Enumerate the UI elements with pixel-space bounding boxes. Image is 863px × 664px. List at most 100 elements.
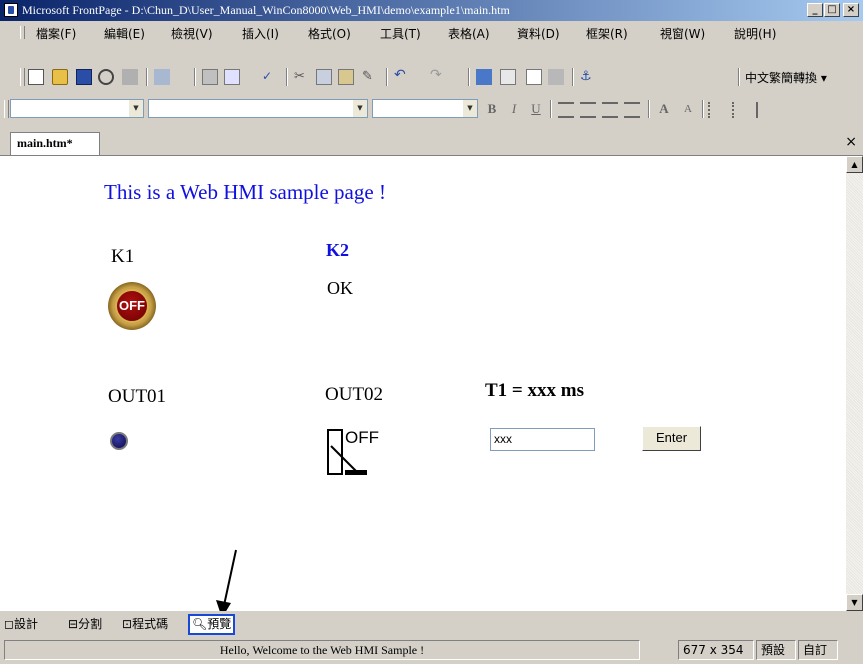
- bulleted-list-icon[interactable]: [732, 102, 748, 118]
- undo-icon[interactable]: ↶: [394, 67, 410, 83]
- style-dropdown[interactable]: ▼: [10, 99, 144, 118]
- status-message-text: Hello, Welcome to the Web HMI Sample !: [219, 643, 425, 657]
- document-tab-strip: main.htm* ×: [0, 130, 863, 156]
- publish-icon[interactable]: [122, 69, 138, 85]
- new-page-icon[interactable]: [28, 69, 44, 85]
- tab-design[interactable]: ◻設計: [4, 615, 38, 633]
- menu-bar: 檔案(F) 編輯(E) 檢視(V) 插入(I) 格式(O) 工具(T) 表格(A…: [0, 21, 863, 43]
- menu-insert[interactable]: 插入(I): [242, 25, 279, 42]
- tab-code[interactable]: ⊡程式碼: [122, 615, 168, 633]
- toolbar-separator: [702, 100, 704, 118]
- menu-tools[interactable]: 工具(T): [380, 25, 421, 42]
- menu-file[interactable]: 檔案(F): [36, 25, 76, 42]
- off-button-label: OFF: [115, 289, 149, 323]
- format-painter-icon[interactable]: ✎: [362, 69, 378, 85]
- tab-split[interactable]: ⊟分割: [68, 615, 102, 633]
- toolbar-separator: [146, 68, 148, 86]
- toolbar-separator: [572, 68, 574, 86]
- open-folder-icon[interactable]: [52, 69, 68, 85]
- menu-format[interactable]: 格式(O): [308, 25, 351, 42]
- k1-off-button[interactable]: OFF: [108, 282, 156, 330]
- decrease-indent-icon[interactable]: [756, 102, 772, 118]
- spelling-icon[interactable]: ✓: [262, 69, 278, 85]
- t1-value: xxx ms: [527, 380, 584, 401]
- toolbar-separator: [550, 100, 552, 118]
- minimize-button[interactable]: _: [807, 3, 823, 17]
- tab-design-label: 設計: [13, 617, 38, 631]
- window-title: Microsoft FrontPage - D:\Chun_D\User_Man…: [22, 3, 510, 17]
- status-page-size: 677 x 354: [678, 640, 754, 660]
- editor-canvas[interactable]: [0, 156, 846, 611]
- t1-input-field[interactable]: xxx: [490, 428, 595, 451]
- close-document-icon[interactable]: ×: [845, 134, 857, 150]
- enter-button[interactable]: Enter: [642, 426, 701, 451]
- shrink-font-button[interactable]: A: [678, 100, 698, 118]
- align-right-icon[interactable]: [602, 102, 618, 118]
- maximize-button[interactable]: □: [824, 3, 840, 17]
- status-message: Hello, Welcome to the Web HMI Sample !: [4, 640, 640, 660]
- t1-prefix: T1 =: [485, 380, 528, 401]
- tab-preview-label: 預覽: [207, 617, 232, 631]
- toolbar-separator: [194, 68, 196, 86]
- toolbar-separator: [286, 68, 288, 86]
- insert-image-icon[interactable]: [548, 69, 564, 85]
- tab-main-htm[interactable]: main.htm*: [10, 132, 100, 155]
- status-mode[interactable]: 預設: [756, 640, 796, 660]
- insert-table-icon[interactable]: [500, 69, 516, 85]
- font-dropdown[interactable]: ▼: [148, 99, 368, 118]
- out01-label: OUT01: [108, 386, 167, 407]
- toolbar-separator: [386, 68, 388, 86]
- insert-picture-icon[interactable]: [526, 69, 542, 85]
- find-icon[interactable]: [98, 69, 114, 85]
- numbered-list-icon[interactable]: [708, 102, 724, 118]
- save-icon[interactable]: [76, 69, 92, 85]
- standard-toolbar: ✓ ✂ ✎ ↶ ↷ ⚓ 中文繁簡轉換 ▾: [0, 64, 863, 90]
- menu-view[interactable]: 檢視(V): [171, 25, 213, 42]
- close-button[interactable]: ×: [843, 3, 859, 17]
- status-custom[interactable]: 自訂: [798, 640, 838, 660]
- print-icon[interactable]: [202, 69, 218, 85]
- formatting-toolbar: ▼ ▼ ▼ B I U A A: [0, 96, 863, 122]
- align-center-icon[interactable]: [580, 102, 596, 118]
- grow-font-button[interactable]: A: [654, 100, 674, 118]
- font-size-dropdown[interactable]: ▼: [372, 99, 478, 118]
- menu-grip[interactable]: [20, 26, 25, 39]
- redo-icon[interactable]: ↷: [430, 67, 446, 83]
- hyperlink-icon[interactable]: ⚓: [580, 69, 596, 85]
- scroll-up-icon[interactable]: ▲: [846, 156, 863, 173]
- toolbar-grip[interactable]: [4, 100, 9, 118]
- underline-button[interactable]: U: [526, 100, 546, 118]
- toolbar-grip[interactable]: [20, 68, 25, 86]
- preview-icon[interactable]: [224, 69, 240, 85]
- frontpage-app-icon[interactable]: [4, 3, 18, 17]
- out02-label: OUT02: [325, 384, 384, 405]
- cut-icon[interactable]: ✂: [294, 69, 310, 85]
- bold-button[interactable]: B: [482, 100, 502, 118]
- justify-icon[interactable]: [624, 102, 640, 118]
- toolbar-separator: [468, 68, 470, 86]
- tab-split-label: 分割: [78, 617, 103, 631]
- out01-led-indicator: [110, 432, 128, 450]
- web-component-icon[interactable]: [154, 69, 170, 85]
- insert-layer-icon[interactable]: [476, 69, 492, 85]
- tab-preview[interactable]: 🔍︎預覽: [188, 614, 236, 635]
- vertical-scrollbar[interactable]: ▲ ▼: [846, 156, 863, 611]
- toolbar-separator: [648, 100, 650, 118]
- chinese-conversion-button[interactable]: 中文繁簡轉換 ▾: [745, 69, 827, 86]
- menu-frames[interactable]: 框架(R): [586, 25, 628, 42]
- menu-table[interactable]: 表格(A): [448, 25, 490, 42]
- italic-button[interactable]: I: [504, 100, 524, 118]
- menu-window[interactable]: 視窗(W): [660, 25, 705, 42]
- copy-icon[interactable]: [316, 69, 332, 85]
- menu-edit[interactable]: 編輯(E): [104, 25, 145, 42]
- view-tabs-bar: ◻設計 ⊟分割 ⊡程式碼 🔍︎預覽: [0, 611, 863, 635]
- k1-label: K1: [111, 246, 135, 267]
- scroll-down-icon[interactable]: ▼: [846, 594, 863, 611]
- k2-label: K2: [326, 240, 350, 260]
- out02-switch-label: OFF: [345, 428, 379, 447]
- menu-help[interactable]: 說明(H): [734, 25, 776, 42]
- k2-status-text: OK: [327, 278, 353, 298]
- paste-icon[interactable]: [338, 69, 354, 85]
- align-left-icon[interactable]: [558, 102, 574, 118]
- menu-data[interactable]: 資料(D): [517, 25, 560, 42]
